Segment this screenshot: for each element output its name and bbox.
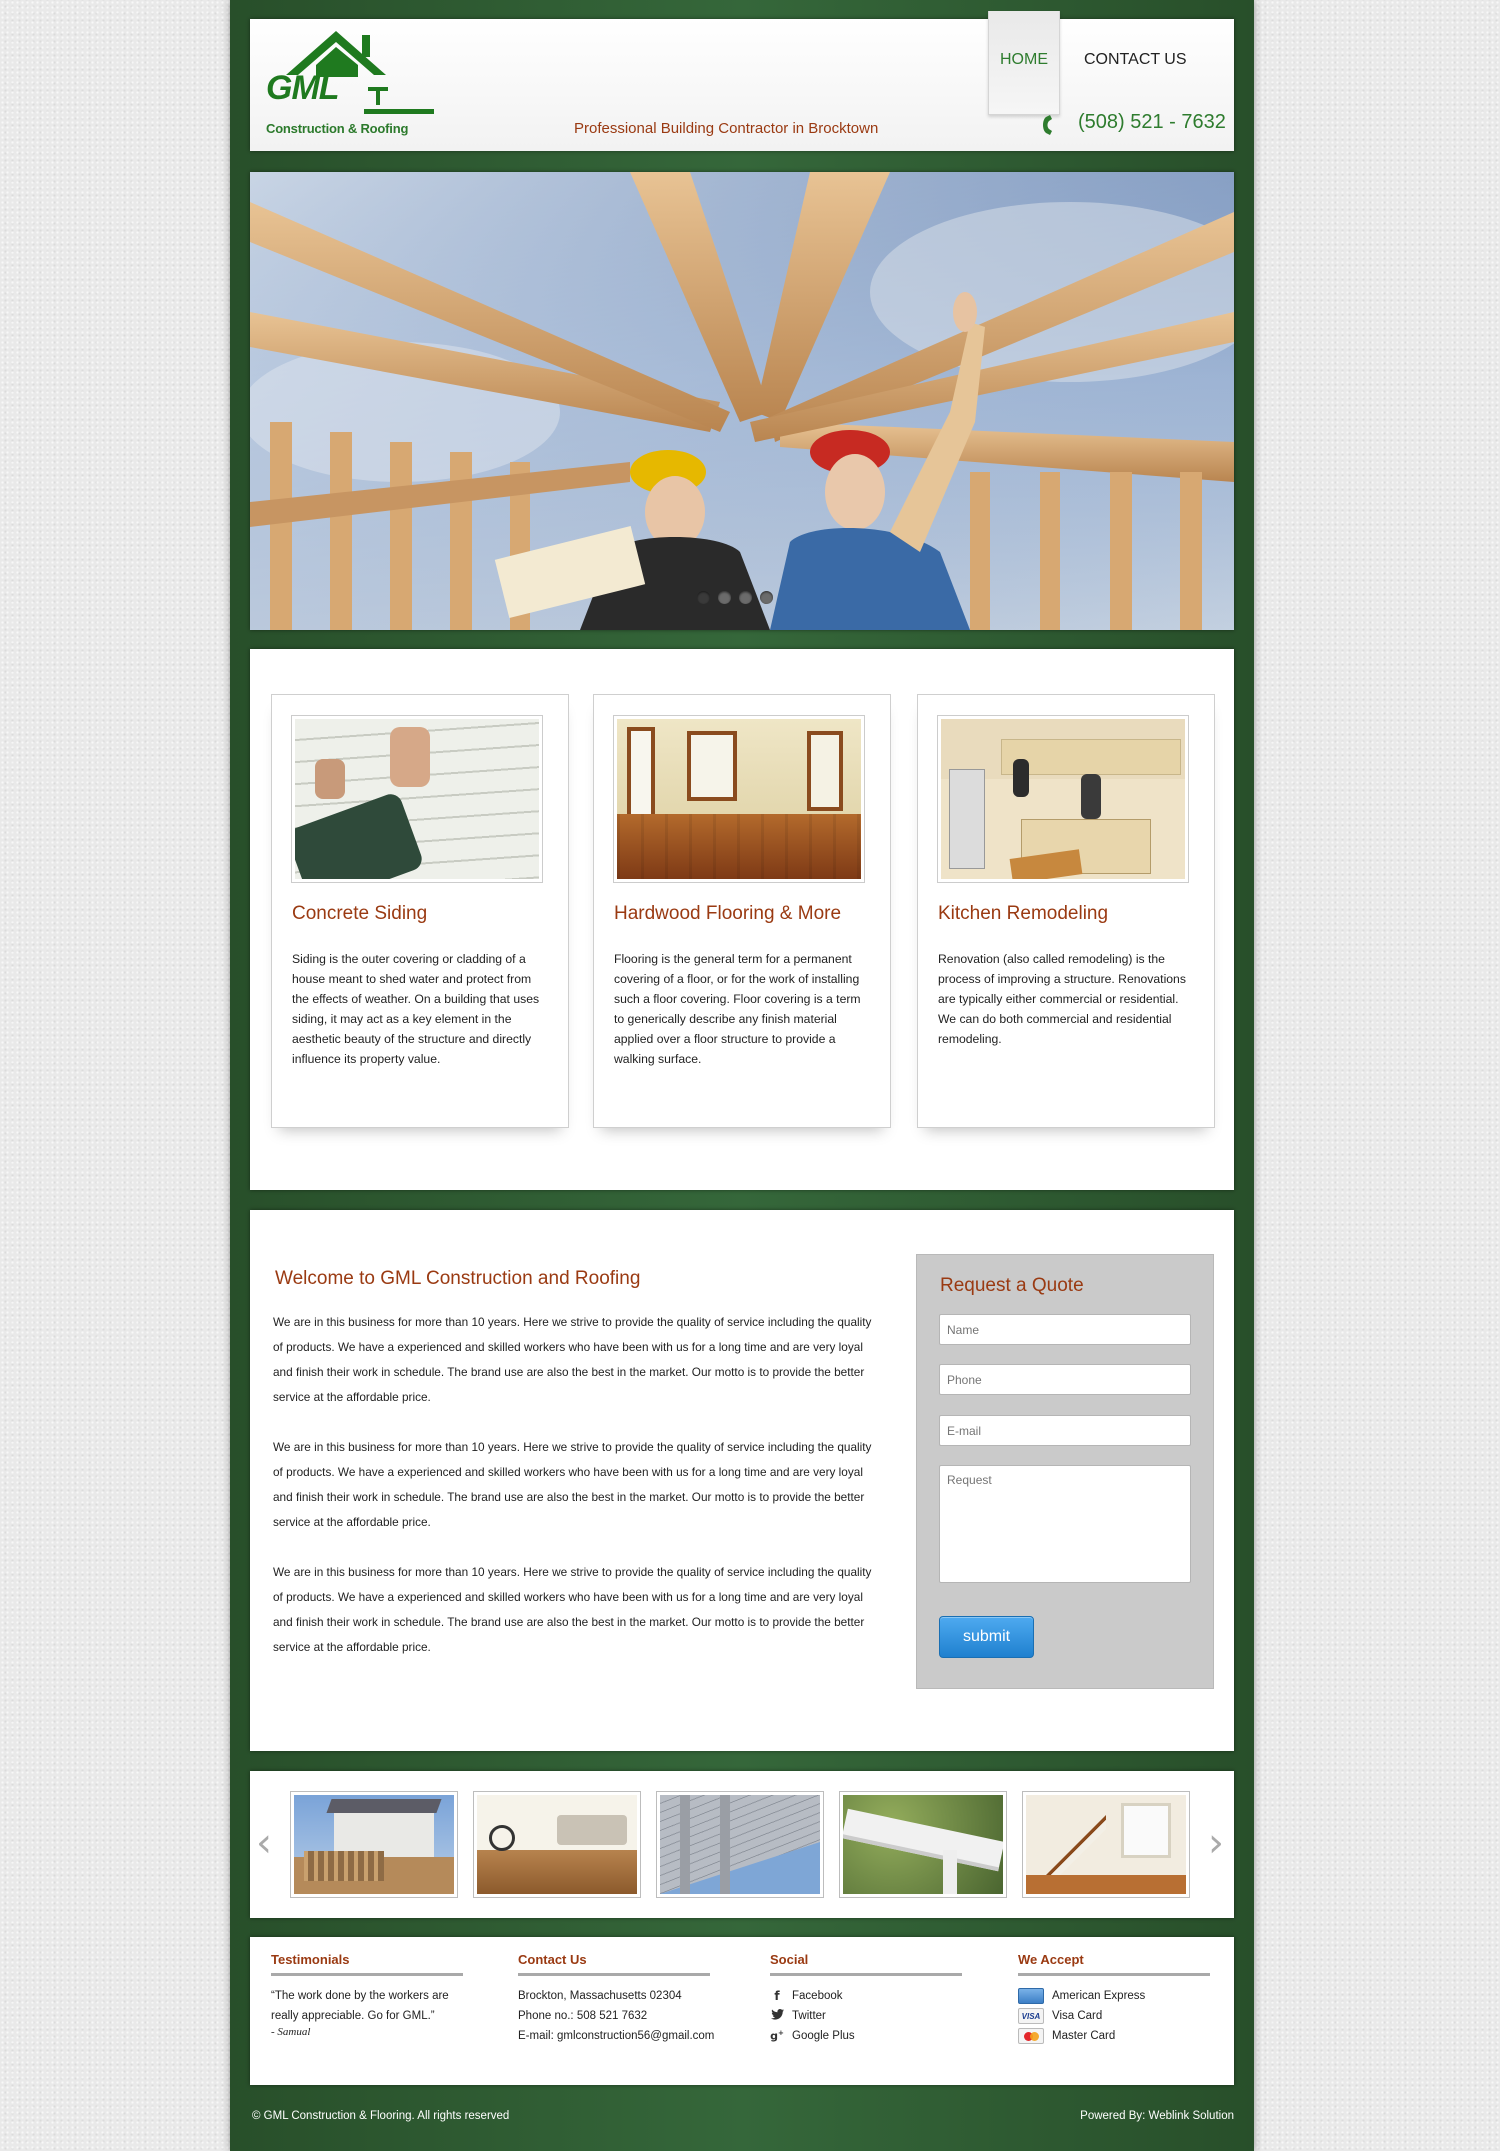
site-header: GML Construction & Roofing Professional … xyxy=(250,11,1234,151)
quote-form: Request a Quote submit xyxy=(916,1254,1214,1689)
nav-home[interactable]: HOME xyxy=(988,11,1060,115)
footer-testimonials: Testimonials “The work done by the worke… xyxy=(271,1952,463,2038)
nav-contact-us[interactable]: CONTACT US xyxy=(1084,51,1187,69)
social-label: Facebook xyxy=(792,1990,843,2002)
gallery-thumb-house[interactable] xyxy=(290,1791,458,1898)
services-section: Concrete Siding Siding is the outer cove… xyxy=(250,649,1234,1190)
quote-form-title: Request a Quote xyxy=(940,1275,1084,1296)
slider-dot-4[interactable] xyxy=(760,591,773,604)
powered-by-link[interactable]: Powered By: Weblink Solution xyxy=(1080,2110,1234,2122)
flooring-image xyxy=(613,715,865,883)
service-title: Kitchen Remodeling xyxy=(938,903,1109,924)
amex-card-icon xyxy=(1018,1988,1044,2004)
page-frame: GML Construction & Roofing Professional … xyxy=(230,0,1254,2151)
social-facebook[interactable]: f Facebook xyxy=(770,1986,962,2006)
service-description: Siding is the outer covering or cladding… xyxy=(292,952,540,1066)
social-label: Twitter xyxy=(792,2010,826,2022)
welcome-paragraph: We are in this business for more than 10… xyxy=(273,1440,872,1529)
welcome-section: Welcome to GML Construction and Roofing … xyxy=(250,1210,1234,1751)
service-card-flooring: Hardwood Flooring & More Flooring is the… xyxy=(593,694,891,1128)
footer-social: Social f Facebook Twitter g+ Google Plus xyxy=(770,1952,962,2046)
slider-dot-1[interactable] xyxy=(697,591,710,604)
welcome-title: Welcome to GML Construction and Roofing xyxy=(275,1268,641,1289)
phone-field[interactable] xyxy=(939,1364,1191,1395)
service-description: Flooring is the general term for a perma… xyxy=(614,952,861,1066)
testimonial-text: really appreciable. Go for GML.” xyxy=(271,2010,435,2022)
testimonial-author: - Samual xyxy=(271,2026,311,2038)
social-twitter[interactable]: Twitter xyxy=(770,2006,962,2026)
payment-visa: VISA Visa Card xyxy=(1018,2006,1210,2026)
logo-wordmark: GML xyxy=(266,69,340,107)
slider-dot-3[interactable] xyxy=(739,591,752,604)
site-footer: Testimonials “The work done by the worke… xyxy=(250,1937,1234,2085)
chevron-right-icon[interactable]: › xyxy=(1208,1823,1224,1863)
copyright-text: © GML Construction & Flooring. All right… xyxy=(252,2110,510,2122)
hero-image xyxy=(250,172,1234,630)
welcome-paragraph: We are in this business for more than 10… xyxy=(273,1315,872,1404)
twitter-icon xyxy=(770,2009,784,2023)
chevron-left-icon[interactable]: ‹ xyxy=(256,1823,272,1863)
welcome-paragraph: We are in this business for more than 10… xyxy=(273,1565,872,1654)
project-gallery: ‹ › xyxy=(250,1771,1234,1918)
kitchen-image xyxy=(937,715,1189,883)
footer-heading: Contact Us xyxy=(518,1952,710,1976)
gallery-thumb-floor[interactable] xyxy=(473,1791,641,1898)
service-title: Hardwood Flooring & More xyxy=(614,903,842,924)
contact-email[interactable]: E-mail: gmlconstruction56@gmail.com xyxy=(518,2026,714,2046)
slider-dots xyxy=(697,591,773,604)
social-label: Google Plus xyxy=(792,2030,855,2042)
footer-contact: Contact Us Brockton, Massachusetts 02304… xyxy=(518,1952,714,2046)
logo[interactable]: GML Construction & Roofing xyxy=(266,25,436,145)
name-field[interactable] xyxy=(939,1314,1191,1345)
phone-icon xyxy=(1043,115,1052,135)
gallery-thumb-gutter[interactable] xyxy=(839,1791,1007,1898)
service-description: Renovation (also called remodeling) is t… xyxy=(938,952,1186,1046)
hero-slider xyxy=(250,172,1234,630)
gallery-thumb-siding[interactable] xyxy=(656,1791,824,1898)
contact-address: Brockton, Massachusetts 02304 xyxy=(518,1990,682,2002)
footer-heading: Social xyxy=(770,1952,962,1976)
slider-dot-2[interactable] xyxy=(718,591,731,604)
payment-label: Visa Card xyxy=(1052,2010,1103,2022)
logo-subtitle: Construction & Roofing xyxy=(266,121,409,136)
footer-payment: We Accept American Express VISA Visa Car… xyxy=(1018,1952,1210,2046)
facebook-icon: f xyxy=(774,1989,780,2003)
visa-card-icon: VISA xyxy=(1018,2008,1044,2024)
submit-button[interactable]: submit xyxy=(939,1616,1034,1658)
request-field[interactable] xyxy=(939,1465,1191,1583)
welcome-body: We are in this business for more than 10… xyxy=(273,1310,873,1685)
service-card-kitchen: Kitchen Remodeling Renovation (also call… xyxy=(917,694,1215,1128)
footer-heading: Testimonials xyxy=(271,1952,463,1976)
payment-mastercard: Master Card xyxy=(1018,2026,1210,2046)
service-title: Concrete Siding xyxy=(292,903,428,924)
mastercard-icon xyxy=(1018,2028,1044,2044)
payment-label: Master Card xyxy=(1052,2030,1116,2042)
email-field[interactable] xyxy=(939,1415,1191,1446)
social-google-plus[interactable]: g+ Google Plus xyxy=(770,2026,962,2046)
service-card-siding: Concrete Siding Siding is the outer cove… xyxy=(271,694,569,1128)
payment-amex: American Express xyxy=(1018,1986,1210,2006)
phone-number[interactable]: (508) 521 - 7632 xyxy=(1078,111,1226,134)
footer-heading: We Accept xyxy=(1018,1952,1210,1976)
gallery-thumb-stairs[interactable] xyxy=(1022,1791,1190,1898)
payment-label: American Express xyxy=(1052,1990,1146,2002)
tagline: Professional Building Contractor in Broc… xyxy=(574,120,879,137)
testimonial-text: “The work done by the workers are xyxy=(271,1990,449,2002)
google-plus-icon: g+ xyxy=(770,2029,784,2043)
contact-phone: Phone no.: 508 521 7632 xyxy=(518,2010,648,2022)
siding-image xyxy=(291,715,543,883)
